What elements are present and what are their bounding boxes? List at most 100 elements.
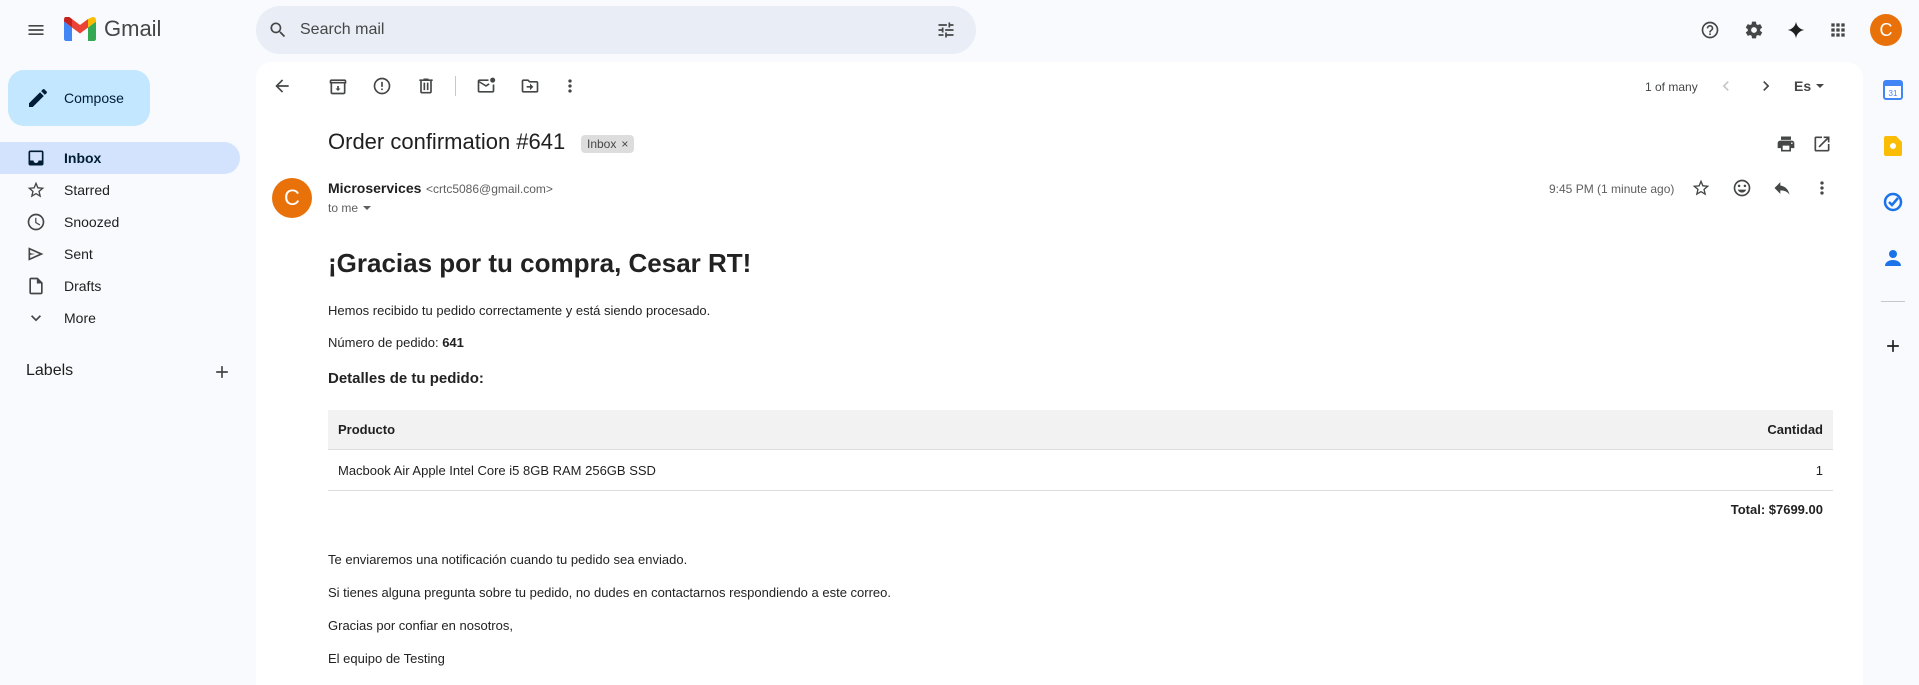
back-button[interactable] <box>262 66 302 106</box>
print-button[interactable] <box>1766 124 1806 164</box>
side-panel-divider <box>1881 301 1905 302</box>
search-options-icon[interactable] <box>936 20 956 40</box>
label-chip: Inbox × <box>581 135 635 153</box>
open-new-window-button[interactable] <box>1802 124 1842 164</box>
settings-button[interactable] <box>1734 10 1774 50</box>
apps-grid-icon <box>1831 23 1845 37</box>
footer-line: Gracias por confiar en nosotros, <box>328 618 513 633</box>
older-button[interactable] <box>1746 66 1786 106</box>
folder-move-icon <box>521 79 539 93</box>
calendar-app-icon[interactable]: 31 <box>1881 78 1905 102</box>
email-timestamp: 9:45 PM (1 minute ago) <box>1549 182 1675 196</box>
order-number-value: 641 <box>442 335 464 350</box>
sender-avatar[interactable]: C <box>272 178 312 218</box>
sidebar-item-snoozed[interactable]: Snoozed <box>0 206 240 238</box>
get-addons-button[interactable] <box>1881 334 1905 358</box>
sidebar-item-more[interactable]: More <box>0 302 240 334</box>
pagination-text: 1 of many <box>1645 80 1698 94</box>
gemini-button[interactable] <box>1776 10 1816 50</box>
chevron-right-icon <box>1763 81 1770 91</box>
more-vert-icon <box>568 79 572 93</box>
caret-down-icon <box>363 206 372 210</box>
order-details-heading: Detalles de tu pedido: <box>328 370 484 387</box>
sidebar-item-label: More <box>64 310 96 326</box>
plus-icon <box>1887 340 1899 352</box>
delete-button[interactable] <box>406 66 446 106</box>
move-to-button[interactable] <box>510 66 550 106</box>
message-more-button[interactable] <box>1802 168 1842 208</box>
plus-icon <box>216 366 228 378</box>
star-button[interactable] <box>1681 168 1721 208</box>
labels-heading: Labels <box>26 362 74 379</box>
email-intro: Hemos recibido tu pedido correctamente y… <box>328 303 711 318</box>
open-in-new-icon <box>1814 136 1830 152</box>
report-spam-button[interactable] <box>362 66 402 106</box>
support-button[interactable] <box>1690 10 1730 50</box>
toolbar-divider <box>455 76 456 96</box>
sidebar-item-drafts[interactable]: Drafts <box>0 270 240 302</box>
sidebar-item-label: Sent <box>64 246 93 262</box>
reply-icon <box>1774 182 1790 195</box>
remove-label-icon[interactable]: × <box>621 137 628 151</box>
gear-icon <box>1745 21 1763 39</box>
svg-text:31: 31 <box>1889 89 1898 98</box>
more-actions-button[interactable] <box>550 66 590 106</box>
label-chip-text: Inbox <box>587 137 617 151</box>
newer-button[interactable] <box>1706 66 1746 106</box>
main-menu-button[interactable] <box>16 10 56 50</box>
recipient-text: to me <box>328 201 359 215</box>
footer-line: Te enviaremos una notificación cuando tu… <box>328 552 688 567</box>
gmail-logo[interactable]: Gmail <box>64 16 161 42</box>
clock-icon <box>26 212 46 232</box>
sidebar-item-sent[interactable]: Sent <box>0 238 240 270</box>
apps-button[interactable] <box>1818 10 1858 50</box>
sender-name[interactable]: Microservices <box>328 180 421 196</box>
sidebar-item-inbox[interactable]: Inbox <box>0 142 240 174</box>
create-label-button[interactable] <box>202 352 242 392</box>
print-icon <box>1777 136 1795 152</box>
caret-down-icon <box>1816 84 1825 88</box>
sidebar-item-label: Inbox <box>64 150 102 166</box>
recipient-details-toggle[interactable]: to me <box>328 201 372 215</box>
sidebar-item-starred[interactable]: Starred <box>0 174 240 206</box>
archive-button[interactable] <box>318 66 358 106</box>
language-label: Es <box>1794 78 1812 94</box>
reply-button[interactable] <box>1762 168 1802 208</box>
star-outline-icon <box>1692 179 1710 196</box>
pencil-icon <box>29 88 48 107</box>
order-number-line: Número de pedido: 641 <box>328 335 464 350</box>
mark-unread-button[interactable] <box>466 66 506 106</box>
add-reaction-button[interactable] <box>1722 168 1762 208</box>
gmail-m-icon <box>64 17 96 41</box>
arrow-back-icon <box>275 79 289 93</box>
compose-label: Compose <box>64 90 124 106</box>
search-input[interactable] <box>300 18 900 42</box>
footer-line: Si tienes alguna pregunta sobre tu pedid… <box>328 585 892 600</box>
search-icon[interactable] <box>268 20 288 40</box>
input-tools-button[interactable]: Es <box>1794 78 1825 94</box>
keep-app-icon[interactable] <box>1881 134 1905 158</box>
star-icon <box>26 180 46 200</box>
sender-email: <crtc5086@gmail.com> <box>426 182 553 196</box>
inbox-icon <box>26 148 46 168</box>
table-header-row: Producto Cantidad <box>328 410 1833 450</box>
contacts-app-icon[interactable] <box>1881 246 1905 270</box>
chevron-down-icon <box>26 308 46 328</box>
tasks-app-icon[interactable] <box>1881 190 1905 214</box>
draft-icon <box>26 276 46 296</box>
mark-unread-icon <box>477 77 496 93</box>
account-avatar[interactable]: C <box>1870 14 1902 46</box>
help-icon <box>1701 21 1719 39</box>
sparkle-icon <box>1787 21 1805 39</box>
quantity-cell: 1 <box>1815 462 1823 478</box>
report-icon <box>373 77 391 95</box>
chevron-left-icon <box>1722 81 1729 91</box>
compose-button[interactable]: Compose <box>8 70 150 126</box>
app-name: Gmail <box>104 16 162 41</box>
archive-icon <box>329 79 347 95</box>
search-bar[interactable] <box>256 6 976 54</box>
sidebar-item-label: Starred <box>64 182 110 198</box>
column-header-quantity: Cantidad <box>1767 422 1823 437</box>
email-heading: ¡Gracias por tu compra, Cesar RT! <box>328 248 752 278</box>
sidebar-item-label: Drafts <box>64 278 102 294</box>
